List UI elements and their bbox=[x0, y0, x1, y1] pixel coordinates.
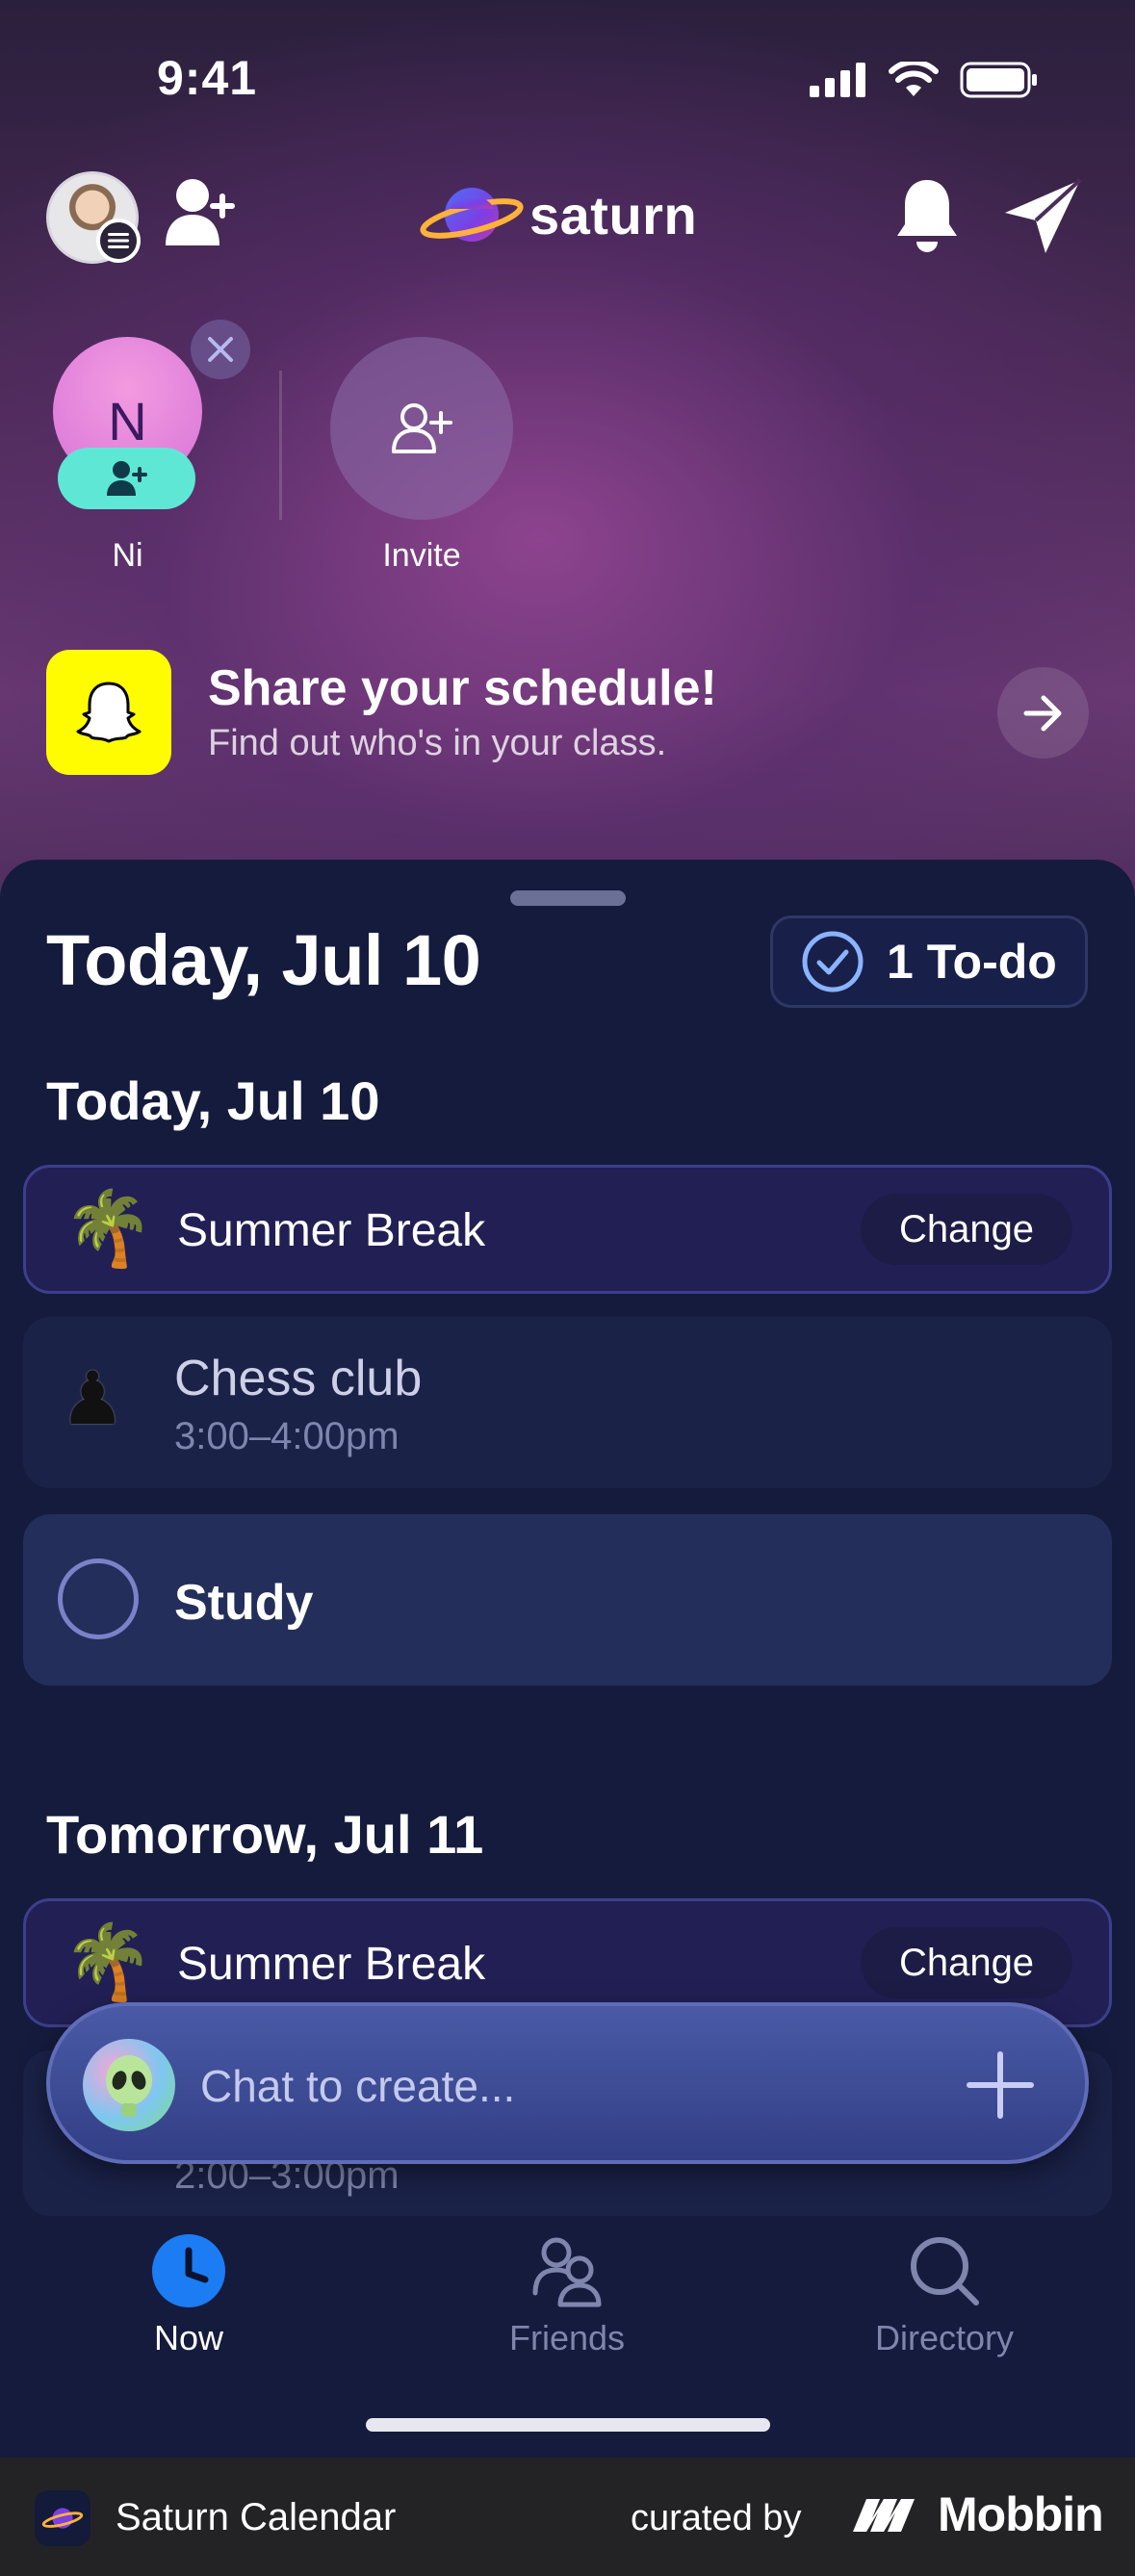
curated-by-label: curated by bbox=[631, 2498, 802, 2538]
saturn-planet-icon bbox=[420, 188, 524, 242]
tab-label: Now bbox=[153, 2318, 224, 2357]
home-indicator bbox=[366, 2418, 770, 2432]
plus-icon[interactable] bbox=[966, 2050, 1035, 2120]
break-title: Summer Break bbox=[177, 1205, 486, 1256]
break-title: Summer Break bbox=[177, 1939, 486, 1990]
promo-title: Share your schedule! bbox=[208, 660, 717, 716]
bell-icon[interactable] bbox=[893, 176, 961, 257]
menu-badge-icon[interactable] bbox=[96, 219, 141, 263]
send-icon[interactable] bbox=[1003, 178, 1082, 255]
search-icon bbox=[911, 2237, 979, 2306]
todo-title: Study bbox=[174, 1575, 314, 1631]
palm-tree-icon: 🌴 bbox=[63, 1188, 154, 1270]
tab-friends[interactable]: Friends bbox=[451, 2233, 683, 2358]
palm-tree-icon: 🌴 bbox=[63, 1921, 154, 2003]
promo-arrow-button[interactable] bbox=[997, 667, 1089, 759]
footer-app-name: Saturn Calendar bbox=[116, 2496, 397, 2538]
arrow-right-icon bbox=[1023, 695, 1061, 731]
status-time: 9:41 bbox=[157, 51, 258, 105]
event-card[interactable]: ♟ Chess club 3:00–4:00pm bbox=[23, 1317, 1112, 1488]
app-logo: saturn bbox=[420, 180, 697, 249]
todo-button[interactable]: 1 To-do bbox=[770, 915, 1088, 1008]
ghost-icon bbox=[76, 682, 142, 743]
app-header: saturn bbox=[0, 168, 1135, 265]
day-heading: Tomorrow, Jul 11 bbox=[46, 1804, 484, 1865]
schedule-sheet: Today, Jul 10 1 To-do Today, Jul 10 🌴 Su… bbox=[0, 860, 1135, 2458]
cellular-signal-icon bbox=[810, 63, 865, 97]
attribution-footer: Saturn Calendar curated by Mobbin bbox=[0, 2458, 1135, 2576]
sheet-grabber[interactable] bbox=[510, 890, 626, 906]
alien-avatar-icon bbox=[83, 2039, 175, 2131]
friend-stories: N Ni Invite bbox=[0, 320, 1135, 597]
summer-break-card[interactable]: 🌴 Summer Break Change bbox=[23, 1165, 1112, 1294]
friend-name: Ni bbox=[112, 537, 143, 574]
battery-icon bbox=[960, 62, 1037, 98]
add-person-icon bbox=[106, 461, 147, 496]
check-circle-icon bbox=[802, 931, 864, 992]
tab-label: Directory bbox=[874, 2318, 1015, 2357]
tab-label: Friends bbox=[508, 2318, 626, 2357]
wifi-icon bbox=[889, 62, 939, 96]
event-time: 3:00–4:00pm bbox=[174, 1415, 400, 1457]
add-friend-pill-button[interactable] bbox=[58, 448, 195, 509]
friends-icon bbox=[532, 2237, 602, 2307]
invite-button[interactable] bbox=[330, 337, 513, 520]
status-bar: 9:41 bbox=[0, 0, 1135, 164]
tab-directory[interactable]: Directory bbox=[829, 2233, 1060, 2358]
todo-card[interactable]: Study bbox=[23, 1514, 1112, 1686]
promo-subtitle: Find out who's in your class. bbox=[208, 723, 667, 763]
chat-input[interactable]: Chat to create... bbox=[200, 2060, 515, 2112]
share-schedule-banner[interactable]: Share your schedule! Find out who's in y… bbox=[46, 650, 1089, 775]
invite-label: Invite bbox=[382, 537, 461, 574]
saturn-app-icon bbox=[35, 2490, 90, 2546]
app-name: saturn bbox=[529, 184, 698, 245]
change-button[interactable]: Change bbox=[861, 1194, 1072, 1265]
clock-icon bbox=[152, 2234, 225, 2307]
chat-composer[interactable]: Chat to create... bbox=[46, 2002, 1089, 2164]
todo-count-label: 1 To-do bbox=[887, 935, 1057, 989]
tab-bar: Now Friends Directory bbox=[0, 2224, 1135, 2378]
chess-pawn-icon: ♟ bbox=[60, 1358, 126, 1440]
brand-name: Mobbin bbox=[938, 2487, 1104, 2541]
event-title: Chess club bbox=[174, 1351, 423, 1406]
sheet-title: Today, Jul 10 bbox=[46, 920, 481, 1000]
add-friend-icon[interactable] bbox=[164, 174, 241, 251]
day-heading: Today, Jul 10 bbox=[46, 1070, 380, 1131]
dismiss-story-button[interactable] bbox=[191, 320, 250, 379]
mobbin-logo-icon bbox=[853, 2499, 915, 2532]
close-icon bbox=[208, 337, 233, 362]
tab-now[interactable]: Now bbox=[73, 2233, 304, 2358]
todo-checkbox[interactable] bbox=[58, 1558, 139, 1639]
status-icons bbox=[810, 62, 1039, 98]
invite-person-icon bbox=[392, 403, 452, 453]
mobbin-brand[interactable]: Mobbin bbox=[851, 2486, 1104, 2542]
snapchat-logo bbox=[46, 650, 171, 775]
change-button[interactable]: Change bbox=[861, 1927, 1072, 1998]
story-divider bbox=[279, 371, 282, 520]
